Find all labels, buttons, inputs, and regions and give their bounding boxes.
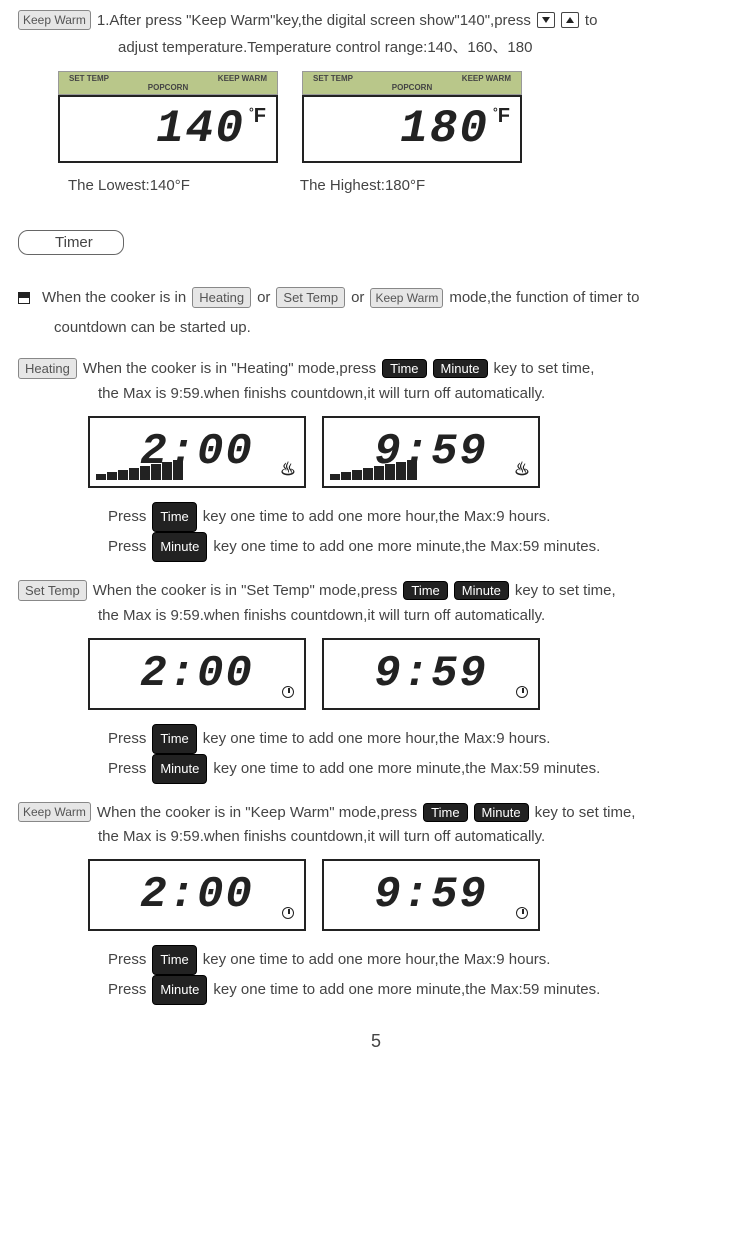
time-button[interactable]: Time bbox=[152, 724, 196, 754]
caption-highest: The Highest:180°F bbox=[300, 177, 425, 194]
press-time-suffix: key one time to add one more hour,the Ma… bbox=[203, 502, 551, 532]
deg-f-icon: F bbox=[493, 105, 510, 128]
arrow-up-icon[interactable] bbox=[561, 12, 579, 28]
flame-icon: ♨ bbox=[280, 459, 296, 480]
disp-value: 9:59 bbox=[374, 870, 488, 920]
heating-display-200: 2:00 ♨ bbox=[88, 416, 306, 488]
bullet-icon bbox=[18, 292, 30, 304]
timer-intro-or2: or bbox=[351, 285, 364, 311]
page-number: 5 bbox=[18, 1031, 734, 1052]
intro-line2: adjust temperature.Temperature control r… bbox=[118, 36, 734, 57]
timer-intro-b: mode,the function of timer to bbox=[449, 285, 639, 311]
intro-line1b: to bbox=[585, 12, 598, 29]
settemp-line1b: key to set time, bbox=[515, 582, 616, 599]
keepwarm-display-959: 9:59 bbox=[322, 859, 540, 931]
press-label: Press bbox=[108, 532, 146, 562]
lcd-settemp-label: SET TEMP bbox=[313, 74, 353, 83]
lcd-keepwarm-label: KEEP WARM bbox=[218, 74, 267, 83]
heating-line1b: key to set time, bbox=[494, 360, 595, 377]
keepwarm-line1a: When the cooker is in "Keep Warm" mode,p… bbox=[97, 804, 417, 821]
lcd-high-value: 180 bbox=[400, 103, 489, 155]
keepwarm-button[interactable]: Keep Warm bbox=[18, 10, 91, 30]
press-time-suffix: key one time to add one more hour,the Ma… bbox=[203, 724, 551, 754]
disp-value: 2:00 bbox=[140, 649, 254, 699]
keepwarm-button[interactable]: Keep Warm bbox=[370, 288, 443, 308]
press-minute-suffix: key one time to add one more minute,the … bbox=[213, 532, 600, 562]
caption-lowest: The Lowest:140°F bbox=[68, 177, 190, 194]
settemp-button[interactable]: Set Temp bbox=[18, 580, 87, 601]
deg-f-icon: F bbox=[249, 105, 266, 128]
minute-button[interactable]: Minute bbox=[152, 754, 207, 784]
disp-value: 9:59 bbox=[374, 649, 488, 699]
heating-line2: the Max is 9:59.when finishs countdown,i… bbox=[98, 385, 734, 402]
time-button[interactable]: Time bbox=[403, 581, 447, 600]
minute-button[interactable]: Minute bbox=[433, 359, 488, 378]
press-label: Press bbox=[108, 975, 146, 1005]
lcd-settemp-label: SET TEMP bbox=[69, 74, 109, 83]
disp-value: 2:00 bbox=[140, 870, 254, 920]
clock-icon bbox=[516, 907, 528, 919]
minute-button[interactable]: Minute bbox=[152, 532, 207, 562]
lcd-keepwarm-label: KEEP WARM bbox=[462, 74, 511, 83]
time-button[interactable]: Time bbox=[152, 945, 196, 975]
settemp-line2: the Max is 9:59.when finishs countdown,i… bbox=[98, 607, 734, 624]
lcd-high: SET TEMP KEEP WARM POPCORN 180 F bbox=[302, 71, 522, 163]
keepwarm-button[interactable]: Keep Warm bbox=[18, 802, 91, 822]
level-bars-icon bbox=[330, 460, 417, 480]
keepwarm-display-200: 2:00 bbox=[88, 859, 306, 931]
heating-line1a: When the cooker is in "Heating" mode,pre… bbox=[83, 360, 376, 377]
time-button[interactable]: Time bbox=[382, 359, 426, 378]
settemp-display-200: 2:00 bbox=[88, 638, 306, 710]
heating-button[interactable]: Heating bbox=[18, 358, 77, 379]
timer-intro-c: countdown can be started up. bbox=[54, 315, 734, 341]
lcd-low-value: 140 bbox=[156, 103, 245, 155]
timer-heading: Timer bbox=[18, 230, 124, 255]
minute-button[interactable]: Minute bbox=[152, 975, 207, 1005]
clock-icon bbox=[516, 686, 528, 698]
settemp-button[interactable]: Set Temp bbox=[276, 287, 345, 308]
minute-button[interactable]: Minute bbox=[454, 581, 509, 600]
timer-intro-a: When the cooker is in bbox=[42, 285, 186, 311]
settemp-display-959: 9:59 bbox=[322, 638, 540, 710]
keepwarm-line1b: key to set time, bbox=[535, 804, 636, 821]
arrow-down-icon[interactable] bbox=[537, 12, 555, 28]
press-label: Press bbox=[108, 502, 146, 532]
heating-display-959: 9:59 ♨ bbox=[322, 416, 540, 488]
keepwarm-line2: the Max is 9:59.when finishs countdown,i… bbox=[98, 828, 734, 845]
lcd-popcorn-label: POPCORN bbox=[58, 83, 278, 95]
clock-icon bbox=[282, 907, 294, 919]
lcd-popcorn-label: POPCORN bbox=[302, 83, 522, 95]
timer-intro-or1: or bbox=[257, 285, 270, 311]
intro-line1a: 1.After press "Keep Warm"key,the digital… bbox=[97, 12, 531, 29]
press-minute-suffix: key one time to add one more minute,the … bbox=[213, 975, 600, 1005]
press-label: Press bbox=[108, 754, 146, 784]
time-button[interactable]: Time bbox=[152, 502, 196, 532]
settemp-line1a: When the cooker is in "Set Temp" mode,pr… bbox=[93, 582, 398, 599]
press-minute-suffix: key one time to add one more minute,the … bbox=[213, 754, 600, 784]
flame-icon: ♨ bbox=[514, 459, 530, 480]
heating-button[interactable]: Heating bbox=[192, 287, 251, 308]
minute-button[interactable]: Minute bbox=[474, 803, 529, 822]
time-button[interactable]: Time bbox=[423, 803, 467, 822]
press-label: Press bbox=[108, 724, 146, 754]
lcd-low: SET TEMP KEEP WARM POPCORN 140 F bbox=[58, 71, 278, 163]
level-bars-icon bbox=[96, 460, 183, 480]
clock-icon bbox=[282, 686, 294, 698]
press-time-suffix: key one time to add one more hour,the Ma… bbox=[203, 945, 551, 975]
press-label: Press bbox=[108, 945, 146, 975]
